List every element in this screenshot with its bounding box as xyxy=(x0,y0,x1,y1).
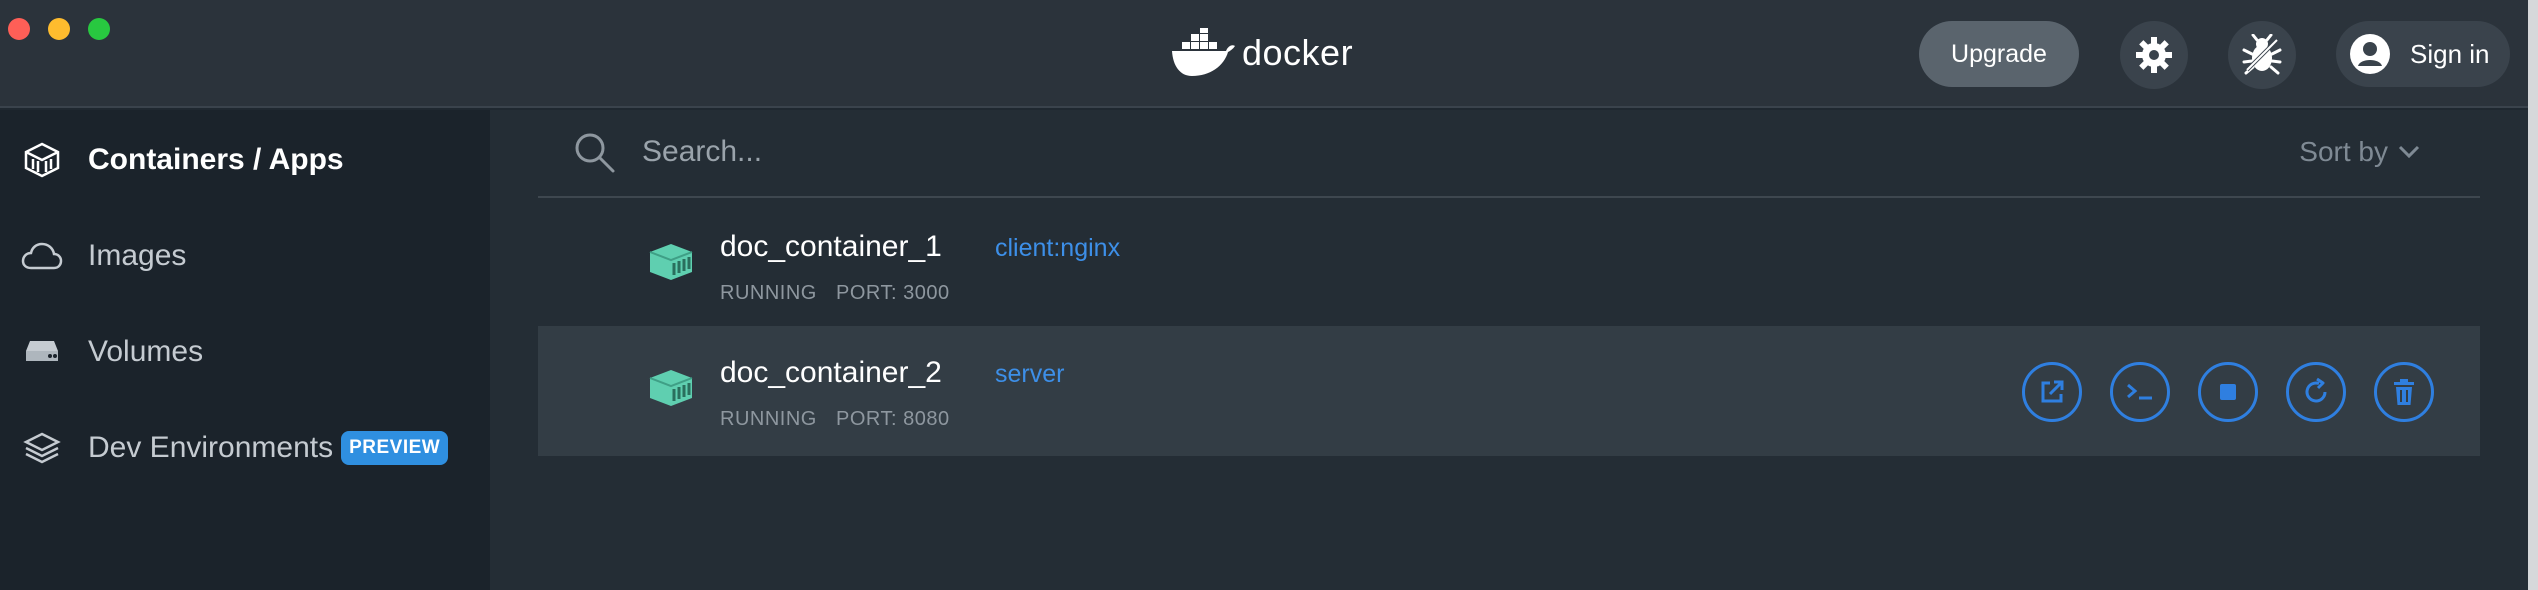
container-port: PORT: 8080 xyxy=(836,408,950,430)
container-row[interactable]: doc_container_2 server RUNNING PORT: 808… xyxy=(538,326,2480,456)
container-row[interactable]: doc_container_1 client:nginx RUNNING POR… xyxy=(538,200,2480,330)
stop-button[interactable] xyxy=(2198,362,2258,422)
container-icon xyxy=(649,370,693,406)
container-port: PORT: 3000 xyxy=(836,282,950,304)
troubleshoot-button[interactable] xyxy=(2228,21,2296,89)
restart-icon xyxy=(2305,377,2327,403)
window-minimize-button[interactable] xyxy=(48,18,70,40)
container-name[interactable]: doc_container_2 xyxy=(720,356,942,390)
search-icon xyxy=(575,133,615,173)
sidebar-item-label: Containers / Apps xyxy=(88,143,344,176)
gear-icon xyxy=(2136,37,2172,73)
search-bar: Sort by xyxy=(538,110,2480,198)
container-image-tag[interactable]: server xyxy=(995,360,1064,389)
bug-icon xyxy=(2242,34,2282,75)
sidebar-item-dev-environments[interactable]: Dev Environments PREVIEW xyxy=(20,418,449,478)
row-actions xyxy=(2022,362,2434,422)
docker-whale-icon xyxy=(1172,28,1235,76)
preview-badge: PREVIEW xyxy=(341,431,449,465)
window-close-button[interactable] xyxy=(8,18,30,40)
main-panel: Sort by doc_container_1 client:nginx RUN… xyxy=(490,110,2528,590)
sidebar-item-images[interactable]: Images xyxy=(20,226,186,286)
drive-icon xyxy=(20,330,64,374)
docker-logo-text: docker xyxy=(1242,32,1354,73)
delete-icon xyxy=(2394,379,2414,405)
chevron-down-icon xyxy=(2398,145,2420,159)
delete-button[interactable] xyxy=(2374,362,2434,422)
container-status: RUNNING xyxy=(720,408,817,430)
sidebar-item-label: Dev Environments xyxy=(88,431,334,464)
sidebar-item-containers[interactable]: Containers / Apps xyxy=(20,130,344,190)
docker-logo: docker xyxy=(1170,28,1353,78)
container-name[interactable]: doc_container_1 xyxy=(720,230,942,264)
restart-button[interactable] xyxy=(2286,362,2346,422)
sidebar-item-label: Volumes xyxy=(88,335,204,368)
cli-icon xyxy=(2127,383,2152,400)
cli-button[interactable] xyxy=(2110,362,2170,422)
sidebar: Containers / Apps Images Volumes Dev Env… xyxy=(0,110,490,590)
stop-icon xyxy=(2220,384,2236,400)
title-bar: docker Upgrade Sign in xyxy=(0,0,2528,108)
sign-in-label: Sign in xyxy=(2410,38,2490,69)
window-edge xyxy=(2528,0,2538,590)
container-image-tag[interactable]: client:nginx xyxy=(995,234,1120,263)
user-icon xyxy=(2350,34,2390,74)
cloud-icon xyxy=(20,234,64,278)
search-input[interactable] xyxy=(642,128,2042,176)
open-in-browser-icon xyxy=(2041,380,2064,403)
open-in-browser-button[interactable] xyxy=(2022,362,2082,422)
sidebar-item-label: Images xyxy=(88,239,187,272)
window-zoom-button[interactable] xyxy=(88,18,110,40)
sort-by-dropdown[interactable]: Sort by xyxy=(2299,136,2420,168)
settings-button[interactable] xyxy=(2120,21,2188,89)
sign-in-button[interactable]: Sign in xyxy=(2336,21,2510,87)
container-status: RUNNING xyxy=(720,282,817,304)
sort-by-label: Sort by xyxy=(2299,136,2388,167)
layers-icon xyxy=(20,426,64,470)
upgrade-button[interactable]: Upgrade xyxy=(1919,21,2079,87)
container-icon xyxy=(649,244,693,280)
containers-icon xyxy=(20,138,64,182)
sidebar-item-volumes[interactable]: Volumes xyxy=(20,322,203,382)
